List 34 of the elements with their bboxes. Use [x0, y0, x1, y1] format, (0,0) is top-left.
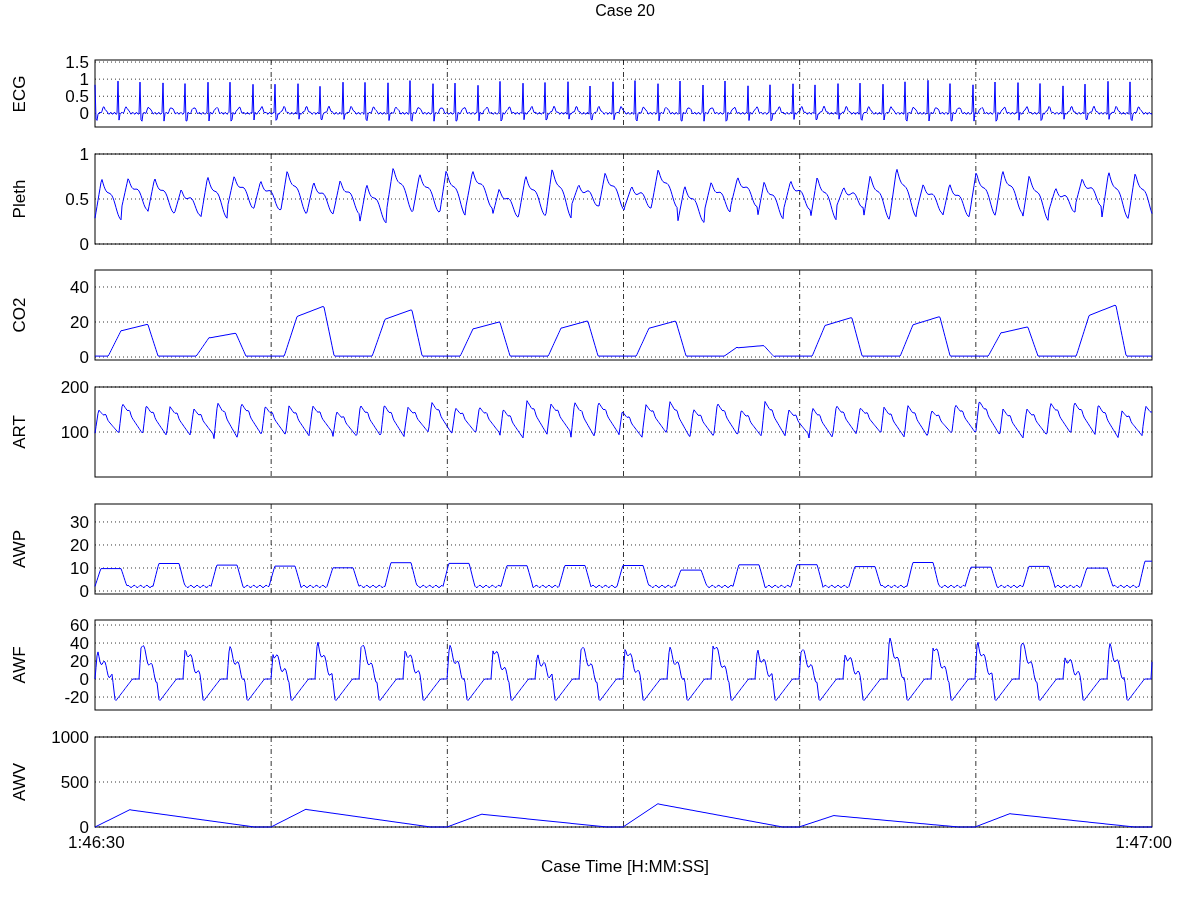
y-tick-label: 100 — [60, 423, 89, 443]
axis-label: ART — [10, 415, 30, 449]
y-tick-label: 1000 — [51, 728, 89, 748]
axis-label: ECG — [10, 75, 30, 112]
y-tick-label: 1 — [79, 144, 89, 164]
y-tick-label: 40 — [70, 278, 89, 298]
y-tick-label: 1 — [79, 70, 89, 90]
y-tick-label: 20 — [70, 313, 89, 333]
y-tick-label: 0.5 — [65, 189, 89, 209]
x-tick-label: 1:47:00 — [1115, 833, 1172, 855]
y-tick-label: 30 — [70, 512, 89, 532]
chart-title: Case 20 — [595, 1, 655, 21]
y-tick-label: 20 — [70, 652, 89, 672]
y-tick-label: 60 — [70, 616, 89, 636]
y-tick-label: 0 — [79, 104, 89, 124]
y-tick-label: 200 — [60, 378, 89, 398]
y-tick-label: 0 — [79, 348, 89, 368]
y-tick-label: 10 — [70, 558, 89, 578]
x-tick-label: 1:46:30 — [68, 833, 125, 855]
y-tick-label: 0.5 — [65, 87, 89, 107]
axis-label: Case Time [H:MM:SS] — [540, 857, 710, 878]
axis-label: AWV — [10, 763, 30, 802]
y-tick-label: 0 — [79, 670, 89, 690]
axis-label: AWF — [10, 646, 30, 684]
y-tick-label: 40 — [70, 634, 89, 654]
y-tick-label: 1.5 — [65, 53, 89, 73]
y-tick-label: -20 — [64, 688, 89, 708]
y-tick-label: 500 — [60, 773, 89, 793]
axis-label: CO2 — [10, 297, 30, 333]
axis-label: AWP — [10, 529, 30, 568]
axis-label: Pleth — [10, 179, 30, 219]
y-tick-label: 0 — [79, 581, 89, 601]
y-tick-label: 0 — [79, 234, 89, 254]
y-tick-label: 20 — [70, 535, 89, 555]
